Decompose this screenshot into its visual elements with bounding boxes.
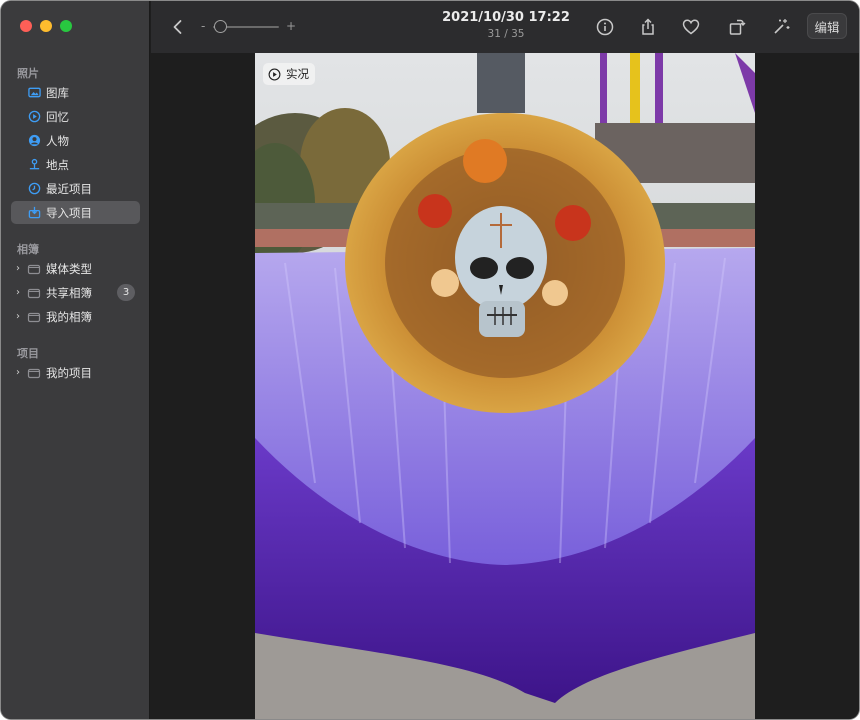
sidebar-item-recents[interactable]: 最近项目	[11, 177, 140, 200]
favorite-button[interactable]	[679, 15, 703, 39]
section-title-photos: 照片	[17, 67, 39, 80]
section-title-projects: 项目	[17, 347, 39, 360]
sidebar-item-label: 最近项目	[46, 181, 92, 196]
close-window-button[interactable]	[20, 20, 32, 32]
chevron-left-icon	[173, 20, 182, 34]
sidebar-item-label: 图库	[46, 85, 69, 100]
share-icon	[642, 18, 654, 35]
folder-icon	[27, 262, 41, 276]
photos-window: 照片 图库 回忆 人物 地点 最近项目 导入项目 相簿 › 媒体类型 › 共享相…	[1, 1, 859, 719]
sidebar-item-media-types[interactable]: › 媒体类型	[11, 257, 140, 280]
photo-position: 31 / 35	[487, 28, 525, 40]
photos-library-icon	[27, 86, 41, 100]
photo-date: 2021/10/30 17:22	[442, 10, 570, 25]
sidebar-item-shared-albums[interactable]: › 共享相簿 3	[11, 281, 140, 304]
info-icon	[596, 18, 614, 36]
sidebar-item-label: 人物	[46, 133, 69, 148]
memories-icon	[27, 110, 41, 124]
chevron-right-icon[interactable]: ›	[16, 263, 24, 274]
window-controls	[20, 20, 72, 32]
edit-button[interactable]: 编辑	[807, 13, 847, 39]
info-button[interactable]	[593, 15, 617, 39]
chevron-right-icon[interactable]: ›	[16, 367, 24, 378]
sidebar-item-places[interactable]: 地点	[11, 153, 140, 176]
back-button[interactable]	[166, 15, 190, 39]
rotate-button[interactable]	[725, 15, 749, 39]
heart-icon	[682, 19, 700, 35]
rotate-icon	[729, 19, 746, 35]
sidebar-item-label: 回忆	[46, 109, 69, 124]
sidebar-item-memories[interactable]: 回忆	[11, 105, 140, 128]
magic-wand-icon	[774, 19, 790, 34]
sidebar-item-people[interactable]: 人物	[11, 129, 140, 152]
photo-image	[255, 53, 755, 719]
minimize-window-button[interactable]	[40, 20, 52, 32]
photo[interactable]: 实况	[255, 53, 755, 719]
zoom-window-button[interactable]	[60, 20, 72, 32]
sidebar-item-label: 我的项目	[46, 365, 92, 380]
chevron-right-icon[interactable]: ›	[16, 311, 24, 322]
places-icon	[27, 158, 41, 172]
count-badge: 3	[117, 284, 135, 301]
zoom-slider-knob[interactable]	[214, 20, 227, 33]
photo-viewer: 实况	[151, 53, 859, 719]
sidebar: 照片 图库 回忆 人物 地点 最近项目 导入项目 相簿 › 媒体类型 › 共享相…	[1, 1, 150, 719]
folder-icon	[27, 310, 41, 324]
sidebar-item-library[interactable]: 图库	[11, 81, 140, 104]
sidebar-item-label: 地点	[46, 157, 69, 172]
sidebar-item-imports[interactable]: 导入项目	[11, 201, 140, 224]
recents-icon	[27, 182, 41, 196]
sidebar-item-label: 共享相簿	[46, 285, 92, 300]
sidebar-item-my-albums[interactable]: › 我的相簿	[11, 305, 140, 328]
chevron-right-icon[interactable]: ›	[16, 287, 24, 298]
live-photo-play-icon	[268, 68, 281, 80]
zoom-in-button[interactable]: +	[286, 19, 296, 33]
folder-icon	[27, 366, 41, 380]
imports-icon	[27, 206, 41, 220]
auto-enhance-button[interactable]	[769, 15, 793, 39]
sidebar-item-label: 我的相簿	[46, 309, 92, 324]
share-button[interactable]	[636, 15, 660, 39]
toolbar: - + 2021/10/30 17:22 31 / 35 编辑	[151, 1, 859, 53]
live-photo-label: 实况	[286, 67, 309, 81]
section-title-albums: 相簿	[17, 243, 39, 256]
folder-icon	[27, 286, 41, 300]
people-icon	[27, 134, 41, 148]
zoom-out-button[interactable]: -	[201, 19, 205, 33]
sidebar-item-label: 媒体类型	[46, 261, 92, 276]
sidebar-item-my-projects[interactable]: › 我的项目	[11, 361, 140, 384]
live-photo-badge[interactable]: 实况	[263, 63, 315, 85]
sidebar-item-label: 导入项目	[46, 205, 92, 220]
